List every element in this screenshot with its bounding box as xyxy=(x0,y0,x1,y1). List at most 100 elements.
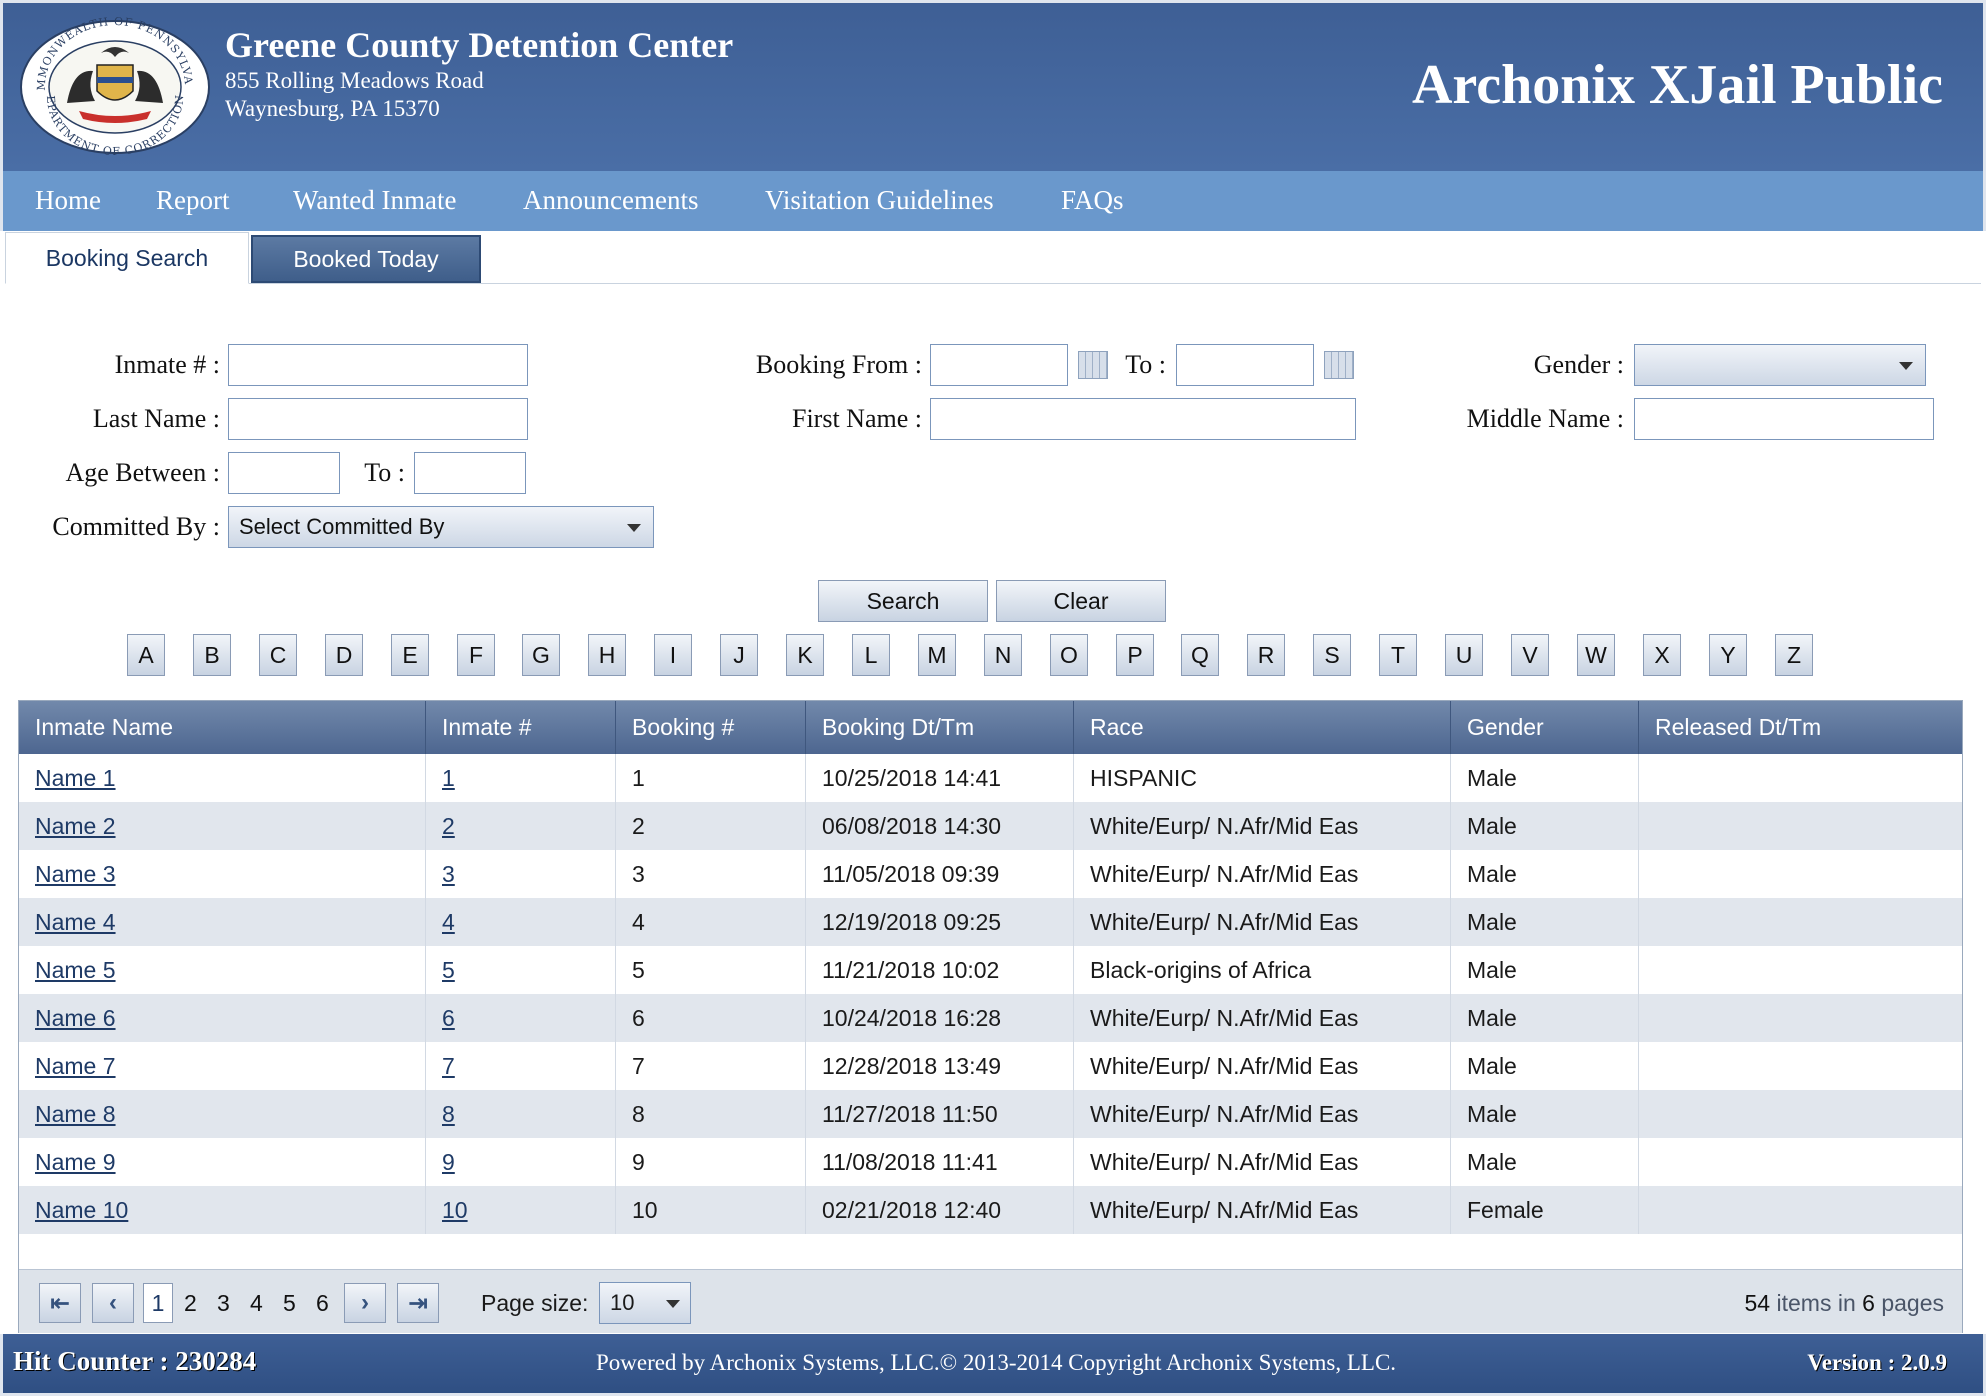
letter-filter-button[interactable]: G xyxy=(522,634,560,676)
cell-inmate-number-link[interactable]: 6 xyxy=(442,1005,455,1032)
letter-filter-button[interactable]: F xyxy=(457,634,495,676)
booking-from-input[interactable] xyxy=(930,344,1068,386)
letter-filter-button[interactable]: V xyxy=(1511,634,1549,676)
middle-name-input[interactable] xyxy=(1634,398,1934,440)
letter-filter-button[interactable]: M xyxy=(918,634,956,676)
letter-filter-button[interactable]: J xyxy=(720,634,758,676)
letter-filter-button[interactable]: U xyxy=(1445,634,1483,676)
page-number-current[interactable]: 1 xyxy=(143,1283,173,1323)
nav-announcements[interactable]: Announcements xyxy=(523,185,698,216)
column-header-booking-number[interactable]: Booking # xyxy=(616,701,806,754)
page-number[interactable]: 5 xyxy=(283,1290,296,1317)
age-to-input[interactable] xyxy=(414,452,526,494)
cell-inmate-name-link[interactable]: Name 10 xyxy=(35,1197,128,1224)
cell-inmate-name-link[interactable]: Name 6 xyxy=(35,1005,116,1032)
cell-inmate-number-link[interactable]: 4 xyxy=(442,909,455,936)
letter-filter-button[interactable]: H xyxy=(588,634,626,676)
last-name-input[interactable] xyxy=(228,398,528,440)
grid-header: Inmate Name Inmate # Booking # Booking D… xyxy=(19,701,1962,754)
column-header-inmate-name[interactable]: Inmate Name xyxy=(19,701,426,754)
inmate-number-input[interactable] xyxy=(228,344,528,386)
tab-booked-today[interactable]: Booked Today xyxy=(251,235,481,283)
nav-visitation-guidelines[interactable]: Visitation Guidelines xyxy=(765,185,994,216)
letter-filter-button[interactable]: E xyxy=(391,634,429,676)
calendar-icon[interactable] xyxy=(1078,351,1108,379)
search-button[interactable]: Search xyxy=(818,580,988,622)
cell-released-dt xyxy=(1639,946,1962,994)
calendar-icon[interactable] xyxy=(1324,351,1354,379)
letter-filter-button[interactable]: W xyxy=(1577,634,1615,676)
page-number[interactable]: 2 xyxy=(184,1290,197,1317)
gender-select[interactable] xyxy=(1634,344,1926,386)
cell-gender: Male xyxy=(1451,994,1639,1042)
middle-name-label: Middle Name : xyxy=(1466,404,1624,433)
page-size-select[interactable]: 10 xyxy=(599,1282,691,1324)
letter-filter-button[interactable]: Y xyxy=(1709,634,1747,676)
booking-to-input[interactable] xyxy=(1176,344,1314,386)
page-number[interactable]: 6 xyxy=(316,1290,329,1317)
letter-filter-button[interactable]: A xyxy=(127,634,165,676)
cell-inmate-name-link[interactable]: Name 8 xyxy=(35,1101,116,1128)
cell-inmate-number-link[interactable]: 9 xyxy=(442,1149,455,1176)
cell-race: White/Eurp/ N.Afr/Mid Eas xyxy=(1074,850,1451,898)
cell-race: White/Eurp/ N.Afr/Mid Eas xyxy=(1074,1042,1451,1090)
cell-inmate-number-link[interactable]: 3 xyxy=(442,861,455,888)
first-name-input[interactable] xyxy=(930,398,1356,440)
letter-filter-button[interactable]: I xyxy=(654,634,692,676)
page-number[interactable]: 4 xyxy=(250,1290,263,1317)
nav-faqs[interactable]: FAQs xyxy=(1061,185,1124,216)
clear-button[interactable]: Clear xyxy=(996,580,1166,622)
cell-inmate-name: Name 9 xyxy=(19,1138,426,1186)
last-page-icon[interactable]: ⇥ xyxy=(397,1283,439,1323)
letter-filter-button[interactable]: D xyxy=(325,634,363,676)
tab-booking-search[interactable]: Booking Search xyxy=(5,232,249,284)
cell-inmate-number-link[interactable]: 1 xyxy=(442,765,455,792)
letter-filter-button[interactable]: L xyxy=(852,634,890,676)
nav-report[interactable]: Report xyxy=(156,185,230,216)
next-page-icon[interactable]: › xyxy=(344,1283,386,1323)
cell-inmate-name-link[interactable]: Name 1 xyxy=(35,765,116,792)
letter-filter-button[interactable]: N xyxy=(984,634,1022,676)
column-header-booking-dt[interactable]: Booking Dt/Tm xyxy=(806,701,1074,754)
cell-inmate-name-link[interactable]: Name 7 xyxy=(35,1053,116,1080)
letter-filter-button[interactable]: K xyxy=(786,634,824,676)
letter-filter-button[interactable]: P xyxy=(1116,634,1154,676)
cell-inmate-name-link[interactable]: Name 9 xyxy=(35,1149,116,1176)
nav-wanted-inmate[interactable]: Wanted Inmate xyxy=(293,185,457,216)
cell-race: White/Eurp/ N.Afr/Mid Eas xyxy=(1074,994,1451,1042)
letter-filter-button[interactable]: Q xyxy=(1181,634,1219,676)
cell-inmate-number-link[interactable]: 7 xyxy=(442,1053,455,1080)
prev-page-icon[interactable]: ‹ xyxy=(92,1283,134,1323)
table-row: Name 10 10 10 02/21/2018 12:40 White/Eurp/ N… xyxy=(19,1186,1962,1234)
letter-filter-button[interactable]: R xyxy=(1247,634,1285,676)
age-from-input[interactable] xyxy=(228,452,340,494)
nav-home[interactable]: Home xyxy=(35,185,101,216)
cell-booking-number: 8 xyxy=(616,1090,806,1138)
chevron-down-icon xyxy=(666,1300,680,1308)
cell-inmate-name-link[interactable]: Name 5 xyxy=(35,957,116,984)
cell-inmate-number-link[interactable]: 5 xyxy=(442,957,455,984)
column-header-gender[interactable]: Gender xyxy=(1451,701,1639,754)
cell-inmate-number-link[interactable]: 2 xyxy=(442,813,455,840)
page-number[interactable]: 3 xyxy=(217,1290,230,1317)
letter-filter-button[interactable]: O xyxy=(1050,634,1088,676)
table-row: Name 9 9 9 11/08/2018 11:41 White/Eurp/ N.Af… xyxy=(19,1138,1962,1186)
letter-filter-button[interactable]: Z xyxy=(1775,634,1813,676)
cell-gender: Male xyxy=(1451,946,1639,994)
column-header-inmate-number[interactable]: Inmate # xyxy=(426,701,616,754)
letter-filter-button[interactable]: S xyxy=(1313,634,1351,676)
letter-filter-button[interactable]: T xyxy=(1379,634,1417,676)
column-header-released-dt[interactable]: Released Dt/Tm xyxy=(1639,701,1962,754)
cell-inmate-number-link[interactable]: 10 xyxy=(442,1197,468,1224)
letter-filter-button[interactable]: X xyxy=(1643,634,1681,676)
column-header-race[interactable]: Race xyxy=(1074,701,1451,754)
first-page-icon[interactable]: ⇤ xyxy=(39,1283,81,1323)
cell-inmate-number-link[interactable]: 8 xyxy=(442,1101,455,1128)
cell-inmate-name-link[interactable]: Name 4 xyxy=(35,909,116,936)
letter-filter-button[interactable]: C xyxy=(259,634,297,676)
cell-inmate-name-link[interactable]: Name 3 xyxy=(35,861,116,888)
committed-by-select[interactable]: Select Committed By xyxy=(228,506,654,548)
letter-filter-button[interactable]: B xyxy=(193,634,231,676)
cell-inmate-name-link[interactable]: Name 2 xyxy=(35,813,116,840)
cell-race: White/Eurp/ N.Afr/Mid Eas xyxy=(1074,802,1451,850)
